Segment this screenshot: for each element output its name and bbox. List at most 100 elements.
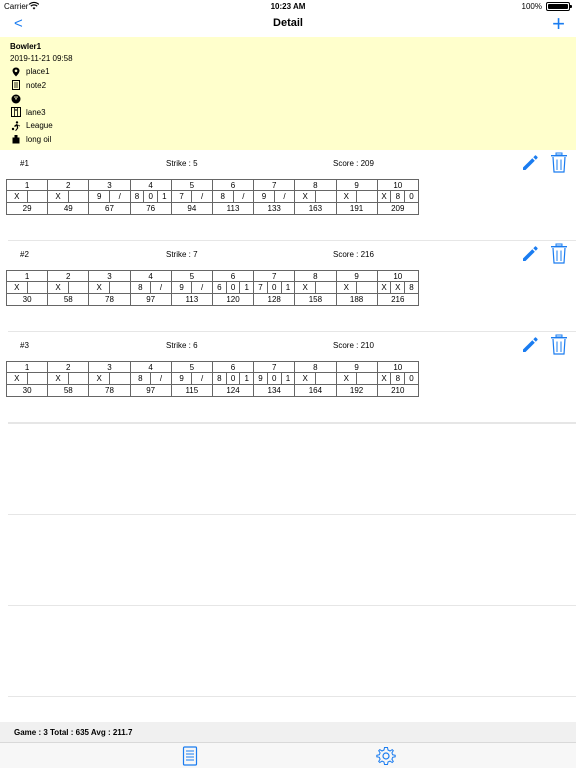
frame-number: 2 <box>48 362 89 373</box>
frame-total: 29 <box>22 204 32 213</box>
frame-cell: 4 8/97 <box>129 361 172 397</box>
game-row: #1 Strike : 5 Score : 209 1 X 29 2 X 49 3 9/67 4 8 0 1… <box>0 150 576 241</box>
document-list-icon[interactable] <box>180 746 200 766</box>
bowling-ball-icon <box>10 93 22 105</box>
ball-mark <box>110 282 130 293</box>
ball-mark: 9 <box>172 373 193 384</box>
frame-cell: 1 X 30 <box>6 270 49 306</box>
info-row-lane: lane3 <box>10 106 566 120</box>
summary-text: Game : 3 Total : 635 Avg : 211.7 <box>14 728 133 737</box>
frame-total: 134 <box>267 386 281 395</box>
frame-cell: 4 8/97 <box>129 270 172 306</box>
frame-balls: 9/ <box>89 191 130 203</box>
frame-total: 115 <box>185 386 199 395</box>
strike-count: Strike : 6 <box>166 341 198 350</box>
frame-number: 2 <box>48 271 89 282</box>
frame-cell: 7 7 0 1 128 <box>253 270 296 306</box>
ball-mark: X <box>48 373 69 384</box>
game-info-panel: Bowler1 2019-11-21 09:58 place1 note2 la… <box>0 37 576 150</box>
frame-total: 58 <box>63 386 73 395</box>
frame-balls: X <box>295 373 336 385</box>
ball-mark: X <box>337 282 358 293</box>
frame-cell: 3 9/67 <box>88 179 131 215</box>
frame-cell: 3 X 78 <box>88 270 131 306</box>
frame-cell: 8 X 158 <box>294 270 337 306</box>
frame-total: 216 <box>391 295 405 304</box>
pencil-icon[interactable] <box>520 244 540 264</box>
frame-balls: 8/ <box>130 282 171 294</box>
frame-total: 97 <box>146 386 156 395</box>
frame-number: 3 <box>89 180 130 191</box>
frame-total: 210 <box>391 386 405 395</box>
frame-number: 6 <box>212 180 254 191</box>
ball-mark <box>357 282 377 293</box>
ball-mark: X <box>391 282 406 293</box>
pencil-icon[interactable] <box>520 153 540 173</box>
ball-mark: X <box>48 191 69 202</box>
frame-balls: X <box>336 191 377 203</box>
ball-mark: X <box>89 373 110 384</box>
frame-cell: 2 X 58 <box>47 270 90 306</box>
frame-number: 5 <box>171 362 212 373</box>
ball-mark: X <box>295 282 316 293</box>
frame-balls: 601 <box>212 282 254 294</box>
frame-cell: 6 8/113 <box>211 179 255 215</box>
frame-total: 49 <box>63 204 73 213</box>
frame-balls: 9/ <box>171 373 212 385</box>
frame-total: 163 <box>308 204 323 213</box>
note-label: note2 <box>26 80 47 90</box>
frame-total: 133 <box>267 204 281 213</box>
frame-number: 9 <box>336 271 377 282</box>
frame-cell: 2 X 49 <box>47 179 90 215</box>
ball-mark: X <box>7 373 28 384</box>
ball-mark: / <box>201 374 204 383</box>
frame-balls: 8/ <box>130 373 171 385</box>
ball-mark: / <box>201 192 204 201</box>
game-type-label: League <box>26 121 53 131</box>
ball-mark: X <box>378 191 392 202</box>
game-header: #3 Strike : 6 Score : 210 <box>0 332 576 358</box>
trash-icon[interactable] <box>549 334 569 355</box>
frame-number: 5 <box>171 271 212 282</box>
ball-mark: 1 <box>285 374 291 383</box>
navigation-bar: < Detail + <box>0 11 576 37</box>
info-row-note: note2 <box>10 79 566 93</box>
frame-balls: X80 <box>377 191 418 203</box>
frame-number: 4 <box>130 271 171 282</box>
frame-total: 97 <box>146 295 156 304</box>
frame-number: 1 <box>7 271 48 282</box>
frame-cell: 5 9/115 <box>170 361 213 397</box>
game-header: #1 Strike : 5 Score : 209 <box>0 150 576 176</box>
frame-balls: 9/ <box>171 282 212 294</box>
ball-mark: X <box>7 282 28 293</box>
trash-icon[interactable] <box>549 243 569 264</box>
trash-icon[interactable] <box>549 152 569 173</box>
ball-mark: 0 <box>409 374 414 383</box>
game-number: #3 <box>20 341 29 350</box>
add-button[interactable]: + <box>552 11 565 37</box>
list-separator <box>8 696 576 697</box>
frame-number: 4 <box>130 362 171 373</box>
scoresheet: 1 X 30 2 X 58 3 X 78 4 8/97 5 9/115 6 8 0 1 124 7 9 0 1 134 8 X 1… <box>6 361 419 397</box>
oil-pattern-label: long oil <box>26 134 52 144</box>
frame-total: 67 <box>105 204 114 213</box>
info-row-oil: long oil <box>10 133 566 147</box>
ball-mark: 0 <box>227 373 241 384</box>
ball-mark: 7 <box>172 191 193 202</box>
tab-bar <box>0 742 576 768</box>
ball-mark: 1 <box>244 283 249 292</box>
gear-icon[interactable] <box>376 746 396 766</box>
frame-balls: 7/ <box>171 191 212 203</box>
ball-mark <box>316 373 336 384</box>
status-time: 10:23 AM <box>270 2 306 11</box>
ball-mark <box>28 282 48 293</box>
frame-balls: X <box>48 373 89 385</box>
game-row: #3 Strike : 6 Score : 210 1 X 30 2 X 58 3 X 78 4 8/97… <box>0 332 576 423</box>
ball-mark: 0 <box>409 192 414 201</box>
pencil-icon[interactable] <box>520 335 540 355</box>
frame-balls: 701 <box>254 282 295 294</box>
frame-cell: 1 X 30 <box>6 361 49 397</box>
ball-mark <box>28 191 48 202</box>
location-pin-icon <box>10 66 22 78</box>
ball-mark: 9 <box>254 373 268 384</box>
